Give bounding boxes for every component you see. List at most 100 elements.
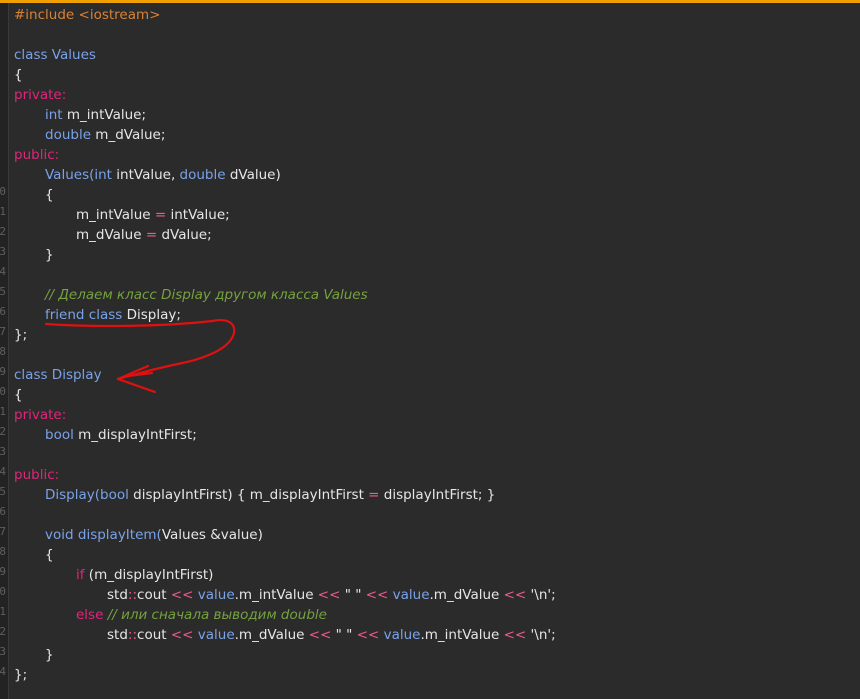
line-number (0, 162, 6, 182)
line-number (0, 102, 6, 122)
code-line[interactable]: { (45, 545, 54, 565)
code-line[interactable]: public: (14, 465, 59, 485)
code-token: }; (14, 667, 28, 683)
code-token: m_dValue (76, 227, 146, 243)
code-token: displayIntFirst; } (379, 487, 496, 503)
code-token: .m_dValue (234, 627, 309, 643)
code-line[interactable]: } (45, 645, 54, 665)
code-token: double (179, 167, 226, 183)
code-token: if (76, 567, 85, 583)
code-token: void (45, 527, 74, 543)
line-number: 1 (0, 205, 6, 218)
line-number: 4 (0, 465, 6, 478)
code-token: dValue) (225, 167, 281, 183)
code-line[interactable]: }; (14, 665, 27, 685)
code-token: int (94, 167, 112, 183)
code-line[interactable]: { (14, 385, 23, 405)
code-token: displayIntFirst) { m_displayIntFirst (128, 487, 369, 503)
code-line[interactable]: Display(bool displayIntFirst) { m_displa… (45, 485, 495, 505)
code-line[interactable]: m_intValue = intValue; (76, 205, 230, 225)
code-token: (m_displayIntFirst) (84, 567, 214, 583)
code-line[interactable]: else // или сначала выводим double (76, 605, 327, 625)
code-token: m_intValue (76, 207, 155, 223)
code-token: << (170, 587, 194, 603)
code-token: bool (45, 427, 74, 443)
code-token: '\n'; (526, 587, 556, 603)
code-token: .m_intValue (234, 587, 318, 603)
line-number: 9 (0, 365, 6, 378)
code-token: { (45, 187, 54, 203)
line-number (0, 82, 6, 102)
line-number: 0 (0, 585, 6, 598)
code-line[interactable]: if (m_displayIntFirst) (76, 565, 213, 585)
code-token: = (368, 487, 380, 503)
code-token: displayItem( (73, 527, 162, 543)
code-token: value (383, 627, 421, 643)
line-number: 6 (0, 505, 6, 518)
code-line[interactable]: void displayItem(Values &value) (45, 525, 263, 545)
line-number: 0 (0, 185, 6, 198)
line-number: 7 (0, 525, 6, 538)
code-token: #include <iostream> (14, 7, 161, 23)
code-token: intValue; (166, 207, 230, 223)
code-token: // или сначала выводим double (103, 607, 327, 623)
code-line[interactable]: } (45, 245, 54, 265)
code-line[interactable]: m_dValue = dValue; (76, 225, 212, 245)
code-line[interactable]: class Display (14, 365, 102, 385)
line-number: 2 (0, 425, 6, 438)
code-token: << (308, 627, 332, 643)
code-token: value (392, 587, 430, 603)
line-number: 5 (0, 285, 6, 298)
code-line[interactable]: std::cout << value.m_intValue << " " << … (107, 585, 556, 605)
code-line[interactable]: Values(int intValue, double dValue) (45, 165, 281, 185)
line-number: 1 (0, 605, 6, 618)
line-number (0, 22, 6, 42)
code-token: { (14, 387, 23, 403)
code-line[interactable]: #include <iostream> (14, 5, 160, 25)
code-line[interactable]: friend class Display; (45, 305, 181, 325)
code-token: value (197, 587, 235, 603)
line-number: 3 (0, 245, 6, 258)
code-token: int (45, 107, 63, 123)
code-token: } (45, 247, 54, 263)
line-number (0, 2, 6, 22)
code-line[interactable]: private: (14, 85, 66, 105)
code-line[interactable]: bool m_displayIntFirst; (45, 425, 197, 445)
line-number: 9 (0, 565, 6, 578)
code-token: intValue, (111, 167, 180, 183)
editor-top-bar (0, 0, 860, 3)
code-token: }; (14, 327, 28, 343)
code-token: = (154, 207, 167, 223)
code-line[interactable]: std::cout << value.m_dValue << " " << va… (107, 625, 556, 645)
line-number: 3 (0, 645, 6, 658)
code-line[interactable]: { (14, 65, 23, 85)
code-token: public: (14, 467, 60, 483)
code-token: m_dValue; (91, 127, 166, 143)
code-token: << (170, 627, 194, 643)
code-line[interactable]: class Values (14, 45, 96, 65)
code-token: << (503, 587, 527, 603)
code-token: value (197, 627, 235, 643)
code-token: " " (340, 587, 366, 603)
code-token: friend class (45, 307, 123, 323)
line-number: 6 (0, 305, 6, 318)
code-line[interactable]: // Делаем класс Display другом класса Va… (45, 285, 368, 305)
code-token: << (365, 587, 389, 603)
code-line[interactable]: { (45, 185, 54, 205)
line-number (0, 42, 6, 62)
code-line[interactable]: public: (14, 145, 59, 165)
code-token: m_intValue; (62, 107, 147, 123)
code-token: Values( (45, 167, 95, 183)
line-number: 5 (0, 485, 6, 498)
line-number: 4 (0, 265, 6, 278)
code-token: class Display (14, 367, 102, 383)
code-token: '\n'; (526, 627, 556, 643)
code-token: :: (127, 587, 138, 603)
code-token: double (45, 127, 92, 143)
line-number (0, 62, 6, 82)
code-line[interactable]: double m_dValue; (45, 125, 165, 145)
code-line[interactable]: private: (14, 405, 66, 425)
line-number: 1 (0, 405, 6, 418)
code-line[interactable]: }; (14, 325, 27, 345)
code-line[interactable]: int m_intValue; (45, 105, 146, 125)
